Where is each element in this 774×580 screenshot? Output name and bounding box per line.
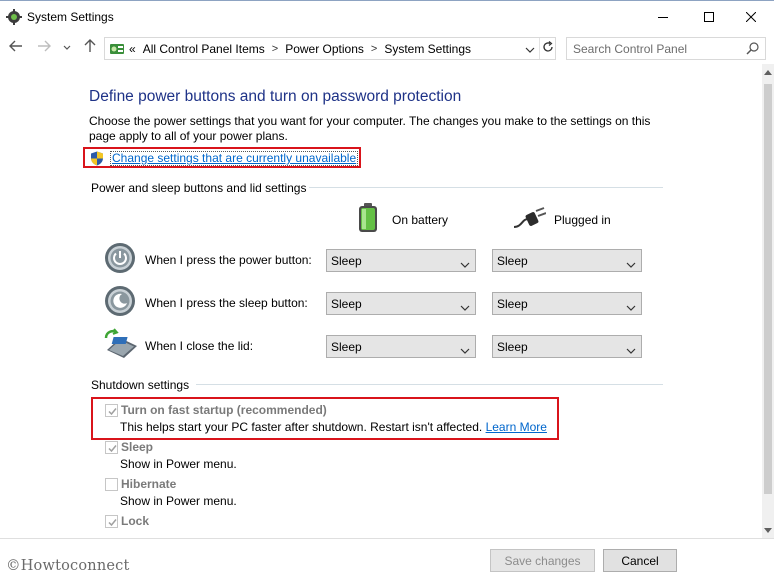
sleep-option-label: Sleep [121,440,154,454]
watermark: ©Howtoconnect [6,558,130,574]
search-box [566,37,766,60]
section-divider [309,187,663,188]
on-battery-label: On battery [392,212,449,227]
laptop-lid-icon [104,328,137,360]
scroll-thumb[interactable] [764,84,772,494]
settings-cog-icon [6,9,22,25]
breadcrumb: « All Control Panel Items > Power Option… [129,42,471,56]
breadcrumb-separator[interactable]: > [272,43,278,55]
content-pane: Define power buttons and turn on passwor… [0,64,762,538]
checkmark-icon [108,519,117,527]
navigation-bar: « All Control Panel Items > Power Option… [0,33,774,63]
recent-pages-chevron-icon [63,40,71,54]
sleep-button-battery-select[interactable]: Sleep [326,292,476,315]
sleep-button-plugged-select[interactable]: Sleep [492,292,642,315]
scroll-up-icon[interactable] [762,66,774,78]
fast-startup-checkbox[interactable] [105,404,118,417]
search-input[interactable] [573,41,743,57]
sleep-option-description: Show in Power menu. [120,457,237,471]
learn-more-link[interactable]: Learn More [486,420,547,434]
minimize-icon [658,12,668,22]
change-settings-link[interactable]: Change settings that are currently unava… [110,151,359,166]
chevron-down-icon [525,42,535,56]
close-button[interactable] [728,1,774,32]
sleep-button-label: When I press the sleep button: [145,296,308,310]
fast-startup-description: This helps start your PC faster after sh… [120,420,547,434]
power-button-label: When I press the power button: [145,253,312,267]
save-changes-button[interactable]: Save changes [490,549,595,572]
back-button[interactable] [8,39,24,55]
up-button[interactable] [82,38,98,56]
control-panel-icon [109,41,125,57]
recent-pages-button[interactable] [61,39,73,55]
power-button-plugged-select[interactable]: Sleep [492,249,642,272]
power-plug-icon [513,207,547,232]
fast-startup-label: Turn on fast startup (recommended) [121,403,327,417]
chevron-down-icon [460,257,470,271]
chevron-down-icon [626,257,636,271]
maximize-icon [704,11,714,22]
breadcrumb-power-options[interactable]: Power Options [285,42,364,56]
minimize-button[interactable] [640,1,686,32]
refresh-button[interactable] [539,38,556,59]
scroll-down-icon[interactable] [762,524,774,536]
section-divider [196,384,663,385]
page-title: Define power buttons and turn on passwor… [89,88,462,105]
chevron-down-icon [626,343,636,357]
close-lid-battery-select[interactable]: Sleep [326,335,476,358]
battery-icon [356,203,380,236]
address-bar[interactable]: « All Control Panel Items > Power Option… [104,37,556,60]
breadcrumb-system-settings[interactable]: System Settings [384,42,471,56]
address-dropdown-button[interactable] [521,38,539,59]
plugged-in-column: Plugged in [513,207,611,232]
checkmark-icon [108,445,117,453]
cancel-button[interactable]: Cancel [603,549,677,572]
sleep-button-icon [104,285,136,317]
chevron-down-icon [460,300,470,314]
power-button-battery-select[interactable]: Sleep [326,249,476,272]
maximize-button[interactable] [686,1,732,32]
up-arrow-icon [84,38,96,56]
hibernate-option-label: Hibernate [121,477,177,491]
footer-bar: ©Howtoconnect Save changes Cancel [0,538,774,580]
sleep-checkbox[interactable] [105,441,118,454]
refresh-icon [542,41,554,56]
vertical-scrollbar[interactable] [762,64,774,538]
window-title: System Settings [27,10,114,24]
forward-arrow-icon [37,40,51,55]
plugged-in-label: Plugged in [554,212,611,227]
close-lid-plugged-select[interactable]: Sleep [492,335,642,358]
chevron-down-icon [460,343,470,357]
hibernate-checkbox[interactable] [105,478,118,491]
page-description: Choose the power settings that you want … [89,114,651,143]
on-battery-column: On battery [356,203,448,236]
forward-button[interactable] [36,39,52,55]
shutdown-section-heading: Shutdown settings [91,378,190,392]
checkmark-icon [108,408,117,416]
title-bar: System Settings [0,0,774,32]
close-lid-label: When I close the lid: [145,339,254,353]
back-arrow-icon [9,40,23,55]
change-settings-highlight: Change settings that are currently unava… [83,147,361,168]
power-button-icon [104,242,136,274]
hibernate-option-description: Show in Power menu. [120,494,237,508]
power-section-heading: Power and sleep buttons and lid settings [91,181,307,195]
breadcrumb-separator[interactable]: > [371,43,377,55]
breadcrumb-overflow[interactable]: « [129,42,136,56]
breadcrumb-all-control-panel-items[interactable]: All Control Panel Items [143,42,265,56]
search-icon[interactable] [746,42,759,58]
lock-option-label: Lock [121,514,150,528]
lock-checkbox[interactable] [105,515,118,528]
uac-shield-icon [90,151,104,169]
chevron-down-icon [626,300,636,314]
close-icon [746,11,756,22]
